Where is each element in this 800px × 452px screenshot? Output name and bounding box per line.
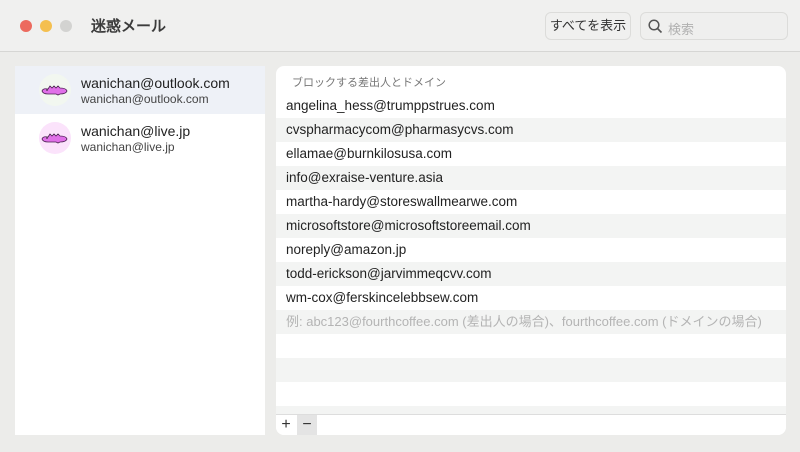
- blocked-item[interactable]: martha-hardy@storeswallmearwe.com: [276, 190, 786, 214]
- window-title: 迷惑メール: [91, 18, 167, 35]
- blocked-item[interactable]: microsoftstore@microsoftstoreemail.com: [276, 214, 786, 238]
- close-button[interactable]: [20, 20, 32, 32]
- add-button[interactable]: +: [276, 415, 296, 435]
- zoom-button[interactable]: [60, 20, 72, 32]
- empty-row: [276, 334, 786, 358]
- blocked-item[interactable]: todd-erickson@jarvimmeqcvv.com: [276, 262, 786, 286]
- blocked-item[interactable]: cvspharmacycom@pharmasycvs.com: [276, 118, 786, 142]
- remove-button[interactable]: −: [297, 415, 317, 435]
- show-all-button[interactable]: すべてを表示: [545, 12, 631, 40]
- account-name: wanichan@live.jp: [81, 123, 191, 139]
- list-toolbar: + −: [276, 414, 786, 435]
- crocodile-avatar-icon: [39, 122, 71, 154]
- minimize-button[interactable]: [40, 20, 52, 32]
- blocked-item[interactable]: angelina_hess@trumppstrues.com: [276, 94, 786, 118]
- title-bar: 迷惑メール すべてを表示 検索: [0, 0, 800, 52]
- account-name: wanichan@outlook.com: [81, 75, 230, 91]
- empty-row: [276, 382, 786, 406]
- blocked-item[interactable]: ellamae@burnkilosusa.com: [276, 142, 786, 166]
- account-item[interactable]: wanichan@outlook.com wanichan@outlook.com: [15, 66, 265, 114]
- search-placeholder: 検索: [668, 22, 695, 37]
- search-field[interactable]: 検索: [640, 12, 788, 40]
- blocked-list-panel: ブロックする差出人とドメイン angelina_hess@trumppstrue…: [276, 66, 786, 435]
- blocked-list-header: ブロックする差出人とドメイン: [292, 77, 446, 89]
- search-icon: [648, 19, 663, 34]
- account-email: wanichan@live.jp: [81, 140, 175, 154]
- account-email: wanichan@outlook.com: [81, 92, 209, 106]
- crocodile-avatar-icon: [39, 74, 71, 106]
- blocked-item[interactable]: info@exraise-venture.asia: [276, 166, 786, 190]
- new-entry-placeholder[interactable]: 例: abc123@fourthcoffee.com (差出人の場合)、four…: [276, 310, 786, 334]
- account-item[interactable]: wanichan@live.jp wanichan@live.jp: [15, 114, 265, 162]
- blocked-item[interactable]: wm-cox@ferskincelebbsew.com: [276, 286, 786, 310]
- blocked-item[interactable]: noreply@amazon.jp: [276, 238, 786, 262]
- empty-row: [276, 358, 786, 382]
- account-list: wanichan@outlook.com wanichan@outlook.com…: [15, 66, 265, 435]
